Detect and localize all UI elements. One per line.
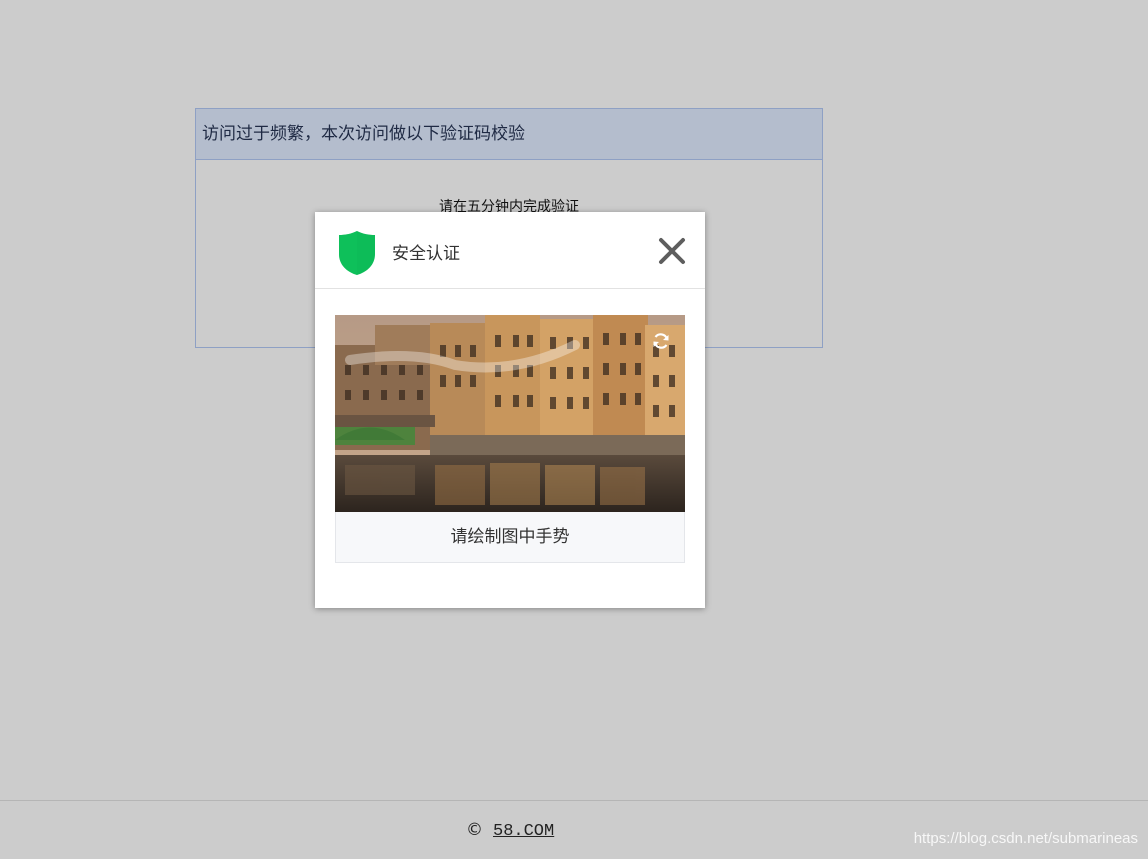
captcha-photo (335, 315, 685, 512)
security-modal: 安全认证 请绘制图中手势 (315, 212, 705, 608)
footer-divider (0, 800, 1148, 801)
modal-title: 安全认证 (392, 244, 460, 263)
shield-icon (339, 231, 375, 275)
gesture-hint: 请绘制图中手势 (335, 512, 685, 563)
modal-header: 安全认证 (315, 212, 705, 289)
footer-link-58com[interactable]: 58.COM (493, 822, 554, 841)
copyright-symbol: © (466, 820, 483, 840)
refresh-icon[interactable] (651, 331, 671, 351)
captcha-image[interactable] (335, 315, 685, 512)
notice-title: 访问过于频繁，本次访问做以下验证码校验 (196, 109, 822, 160)
page: 访问过于频繁，本次访问做以下验证码校验 请在五分钟内完成验证 安全认证 请绘制图… (0, 0, 1148, 859)
watermark: https://blog.csdn.net/submarineas (913, 830, 1138, 847)
footer: © 58.COM (466, 820, 554, 841)
close-icon[interactable] (657, 236, 687, 266)
